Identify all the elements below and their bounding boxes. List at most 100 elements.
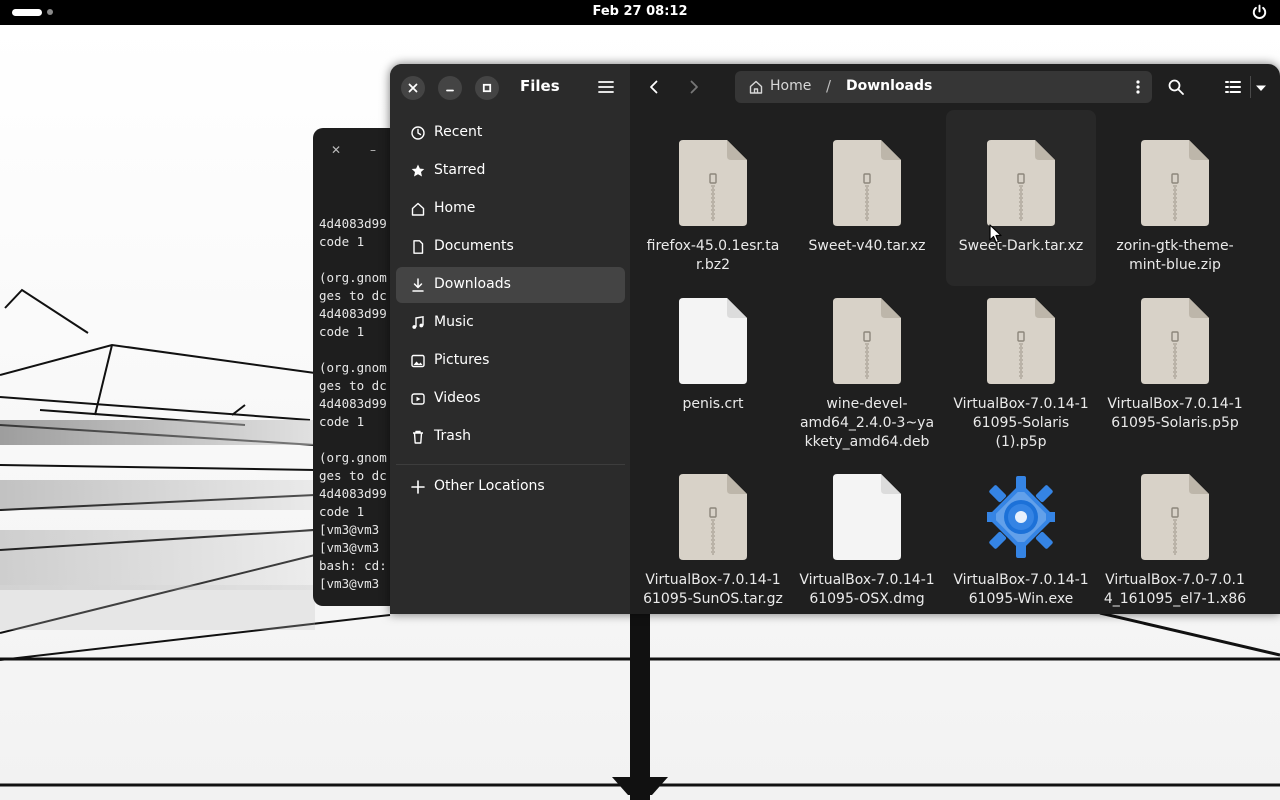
sidebar-item-label: Music (434, 314, 474, 330)
file-name: VirtualBox-7.0-7.0.1 4_161095_el7-1.x86 (1103, 572, 1247, 607)
search-icon[interactable] (1167, 78, 1185, 96)
file-item[interactable]: VirtualBox-7.0.14-1 61095-OSX.dmg (792, 444, 942, 614)
path-bar[interactable]: Home / Downloads (735, 71, 1152, 103)
terminal-minimize-button[interactable]: – (363, 140, 383, 160)
sidebar-item-home[interactable]: Home (396, 191, 625, 227)
file-name: VirtualBox-7.0.14-1 61095-Win.exe (953, 572, 1089, 607)
file-name: penis.crt (682, 396, 744, 412)
sidebar-item-label: Pictures (434, 352, 490, 368)
file-name: Sweet-v40.tar.xz (808, 238, 926, 254)
file-item[interactable]: zorin-gtk-theme-mint-blue.zip (1100, 110, 1250, 286)
trash-icon (413, 430, 423, 444)
path-separator: / (826, 77, 832, 95)
sidebar-item-recent[interactable]: Recent (396, 115, 625, 151)
file-grid: firefox-45.0.1esr.ta r.bz2 Sweet-v40.tar.x… (630, 110, 1280, 614)
archive-file-icon (1141, 474, 1209, 560)
sidebar-item-videos[interactable]: Videos (396, 381, 625, 417)
archive-file-icon (987, 140, 1055, 226)
sidebar-item-starred[interactable]: Starred (396, 153, 625, 189)
file-item[interactable]: wine-devel-amd64_2.4.0-3~ya kkety_amd64.d… (792, 268, 942, 450)
sidebar-item-label: Other Locations (434, 478, 545, 494)
terminal-close-button[interactable]: ✕ (326, 140, 346, 160)
archive-file-icon (679, 140, 747, 226)
file-name: VirtualBox-7.0.14-1 61095-Solaris.p5p (1107, 396, 1243, 431)
sidebar-item-music[interactable]: Music (396, 305, 625, 341)
terminal-line: (org.gnom (319, 360, 387, 375)
terminal-line: code 1 (319, 234, 365, 249)
terminal-line: code 1 (319, 324, 365, 339)
clock[interactable]: Feb 27 08:12 (0, 4, 1280, 19)
archive-file-icon (1141, 298, 1209, 384)
file-item[interactable]: VirtualBox-7.0.14-1 61095-SunOS.tar.gz (638, 444, 788, 614)
sidebar-item-downloads[interactable]: Downloads (396, 267, 625, 303)
file-item[interactable]: penis.crt (638, 268, 788, 444)
clock-icon (411, 126, 425, 140)
video-icon (411, 393, 425, 405)
sidebar-divider (396, 464, 625, 465)
terminal-line: [vm3@vm3 (319, 576, 380, 591)
hamburger-menu-icon[interactable] (597, 78, 615, 96)
terminal-line: 4d4083d99 (319, 486, 387, 501)
minimize-button[interactable] (438, 76, 462, 100)
archive-file-icon (1141, 140, 1209, 226)
file-item[interactable]: Sweet-Dark.tar.xz (946, 110, 1096, 286)
file-item[interactable]: VirtualBox-7.0-7.0.1 4_161095_el7-1.x86 (1100, 444, 1250, 614)
file-item[interactable]: VirtualBox-7.0.14-1 61095-Solaris.p5p (1100, 268, 1250, 444)
close-button[interactable] (401, 76, 425, 100)
minimize-icon (446, 89, 454, 92)
sidebar-item-label: Home (434, 200, 476, 216)
terminal-line: [vm3@vm3 (319, 540, 380, 555)
sidebar-item-label: Documents (434, 238, 514, 254)
sidebar-header: Files (390, 64, 630, 110)
archive-file-icon (679, 474, 747, 560)
archive-file-icon (833, 298, 901, 384)
home-icon (749, 80, 763, 94)
mouse-cursor-icon (989, 224, 1002, 244)
music-icon (412, 315, 424, 329)
terminal-line: 4d4083d99 (319, 306, 387, 321)
top-bar: Feb 27 08:12 (0, 0, 1280, 25)
file-name: VirtualBox-7.0.14-1 61095-SunOS.tar.gz (643, 572, 783, 607)
power-icon[interactable] (1251, 4, 1268, 21)
file-item[interactable]: Sweet-v40.tar.xz (792, 110, 942, 286)
executable-gear-icon (987, 476, 1055, 558)
download-icon (412, 278, 424, 292)
chevron-down-icon[interactable] (1254, 81, 1268, 95)
sidebar-item-other-locations[interactable]: Other Locations (396, 469, 625, 505)
file-item[interactable]: VirtualBox-7.0.14-1 61095-Win.exe (946, 444, 1096, 614)
files-window[interactable]: Files Recent Starred Home Documents Download… (390, 64, 1280, 614)
terminal-line: [vm3@vm3 (319, 522, 380, 537)
maximize-button[interactable] (475, 76, 499, 100)
file-item[interactable]: firefox-45.0.1esr.ta r.bz2 (638, 110, 788, 286)
sidebar-item-label: Recent (434, 124, 483, 140)
app-title: Files (520, 77, 560, 95)
sidebar: Files Recent Starred Home Documents Download… (390, 64, 630, 614)
path-home-button[interactable]: Home (770, 78, 811, 94)
terminal-output: 4d4083d99 code 1 (org.gnom ges to dc 4d4083… (319, 215, 387, 593)
sidebar-item-label: Videos (434, 390, 481, 406)
kebab-menu-icon[interactable] (1131, 80, 1145, 94)
file-item[interactable]: VirtualBox-7.0.14-1 61095-Solaris (1).p5p (946, 268, 1096, 450)
home-icon (411, 202, 425, 216)
terminal-line: code 1 (319, 504, 365, 519)
file-name: VirtualBox-7.0.14-1 61095-OSX.dmg (799, 572, 935, 607)
picture-icon (411, 354, 425, 368)
path-current-folder[interactable]: Downloads (846, 78, 932, 94)
sidebar-item-trash[interactable]: Trash (396, 419, 625, 455)
blank-document-icon (833, 474, 901, 560)
terminal-line: ges to dc (319, 288, 387, 303)
plus-icon (411, 480, 425, 494)
back-arrow-icon[interactable] (645, 78, 663, 96)
terminal-line: 4d4083d99 (319, 396, 387, 411)
terminal-line: code 1 (319, 414, 365, 429)
list-view-icon[interactable] (1224, 78, 1242, 96)
forward-arrow-icon[interactable] (685, 78, 703, 96)
sidebar-item-documents[interactable]: Documents (396, 229, 625, 265)
sidebar-item-pictures[interactable]: Pictures (396, 343, 625, 379)
terminal-line: ges to dc (319, 468, 387, 483)
terminal-line: bash: cd: (319, 558, 387, 573)
header-bar: Home / Downloads (630, 64, 1280, 110)
